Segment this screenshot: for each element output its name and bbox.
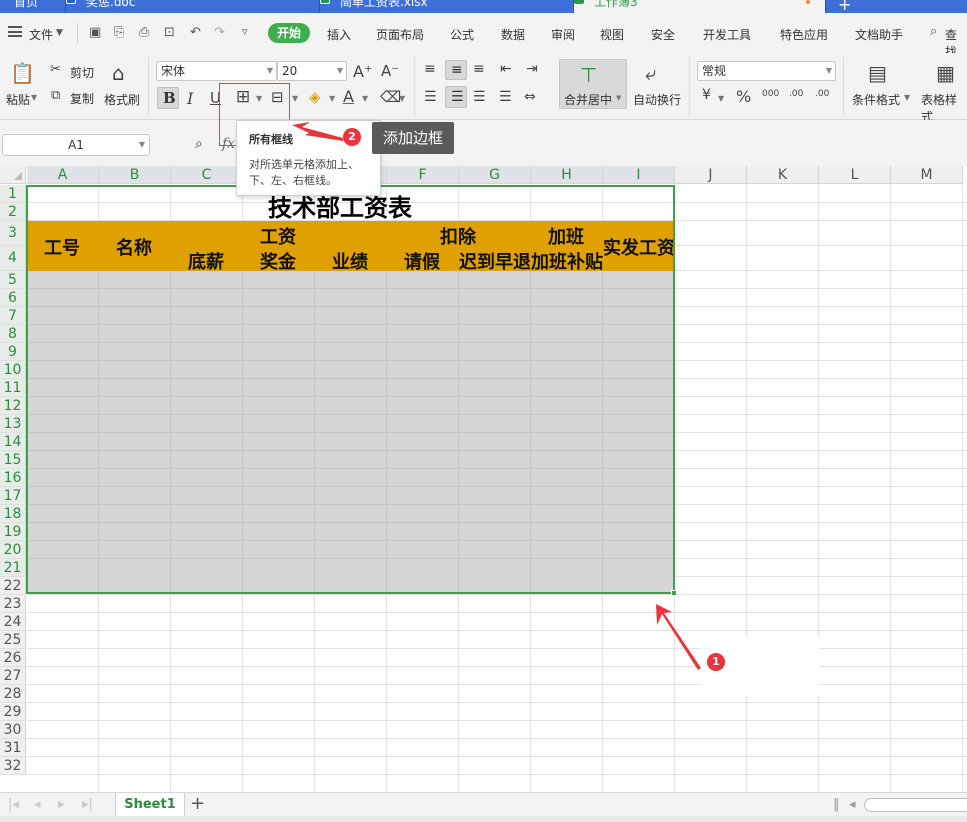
status-bar <box>0 816 967 822</box>
sheet-tab-sheet1[interactable]: Sheet1 <box>115 793 185 817</box>
sheet-tab-label: Sheet1 <box>124 797 176 812</box>
scroll-divider-icon[interactable]: ‖ <box>833 797 840 812</box>
prev-sheet-icon[interactable]: ◂ <box>34 797 41 812</box>
scroll-left-icon[interactable]: ◂ <box>849 797 856 812</box>
add-sheet-plus-icon[interactable]: + <box>190 793 205 814</box>
horizontal-scrollbar[interactable] <box>864 798 967 812</box>
arrow-to-selection <box>656 604 701 670</box>
arrow-to-borders <box>292 122 343 141</box>
annotation-arrows <box>292 122 701 670</box>
last-sheet-icon[interactable]: ▸| <box>82 797 93 812</box>
sheet-tab-bar: |◂ ◂ ▸ ▸| Sheet1 + ‖ ◂ <box>0 792 967 817</box>
first-sheet-icon[interactable]: |◂ <box>8 797 19 812</box>
next-sheet-icon[interactable]: ▸ <box>58 797 65 812</box>
